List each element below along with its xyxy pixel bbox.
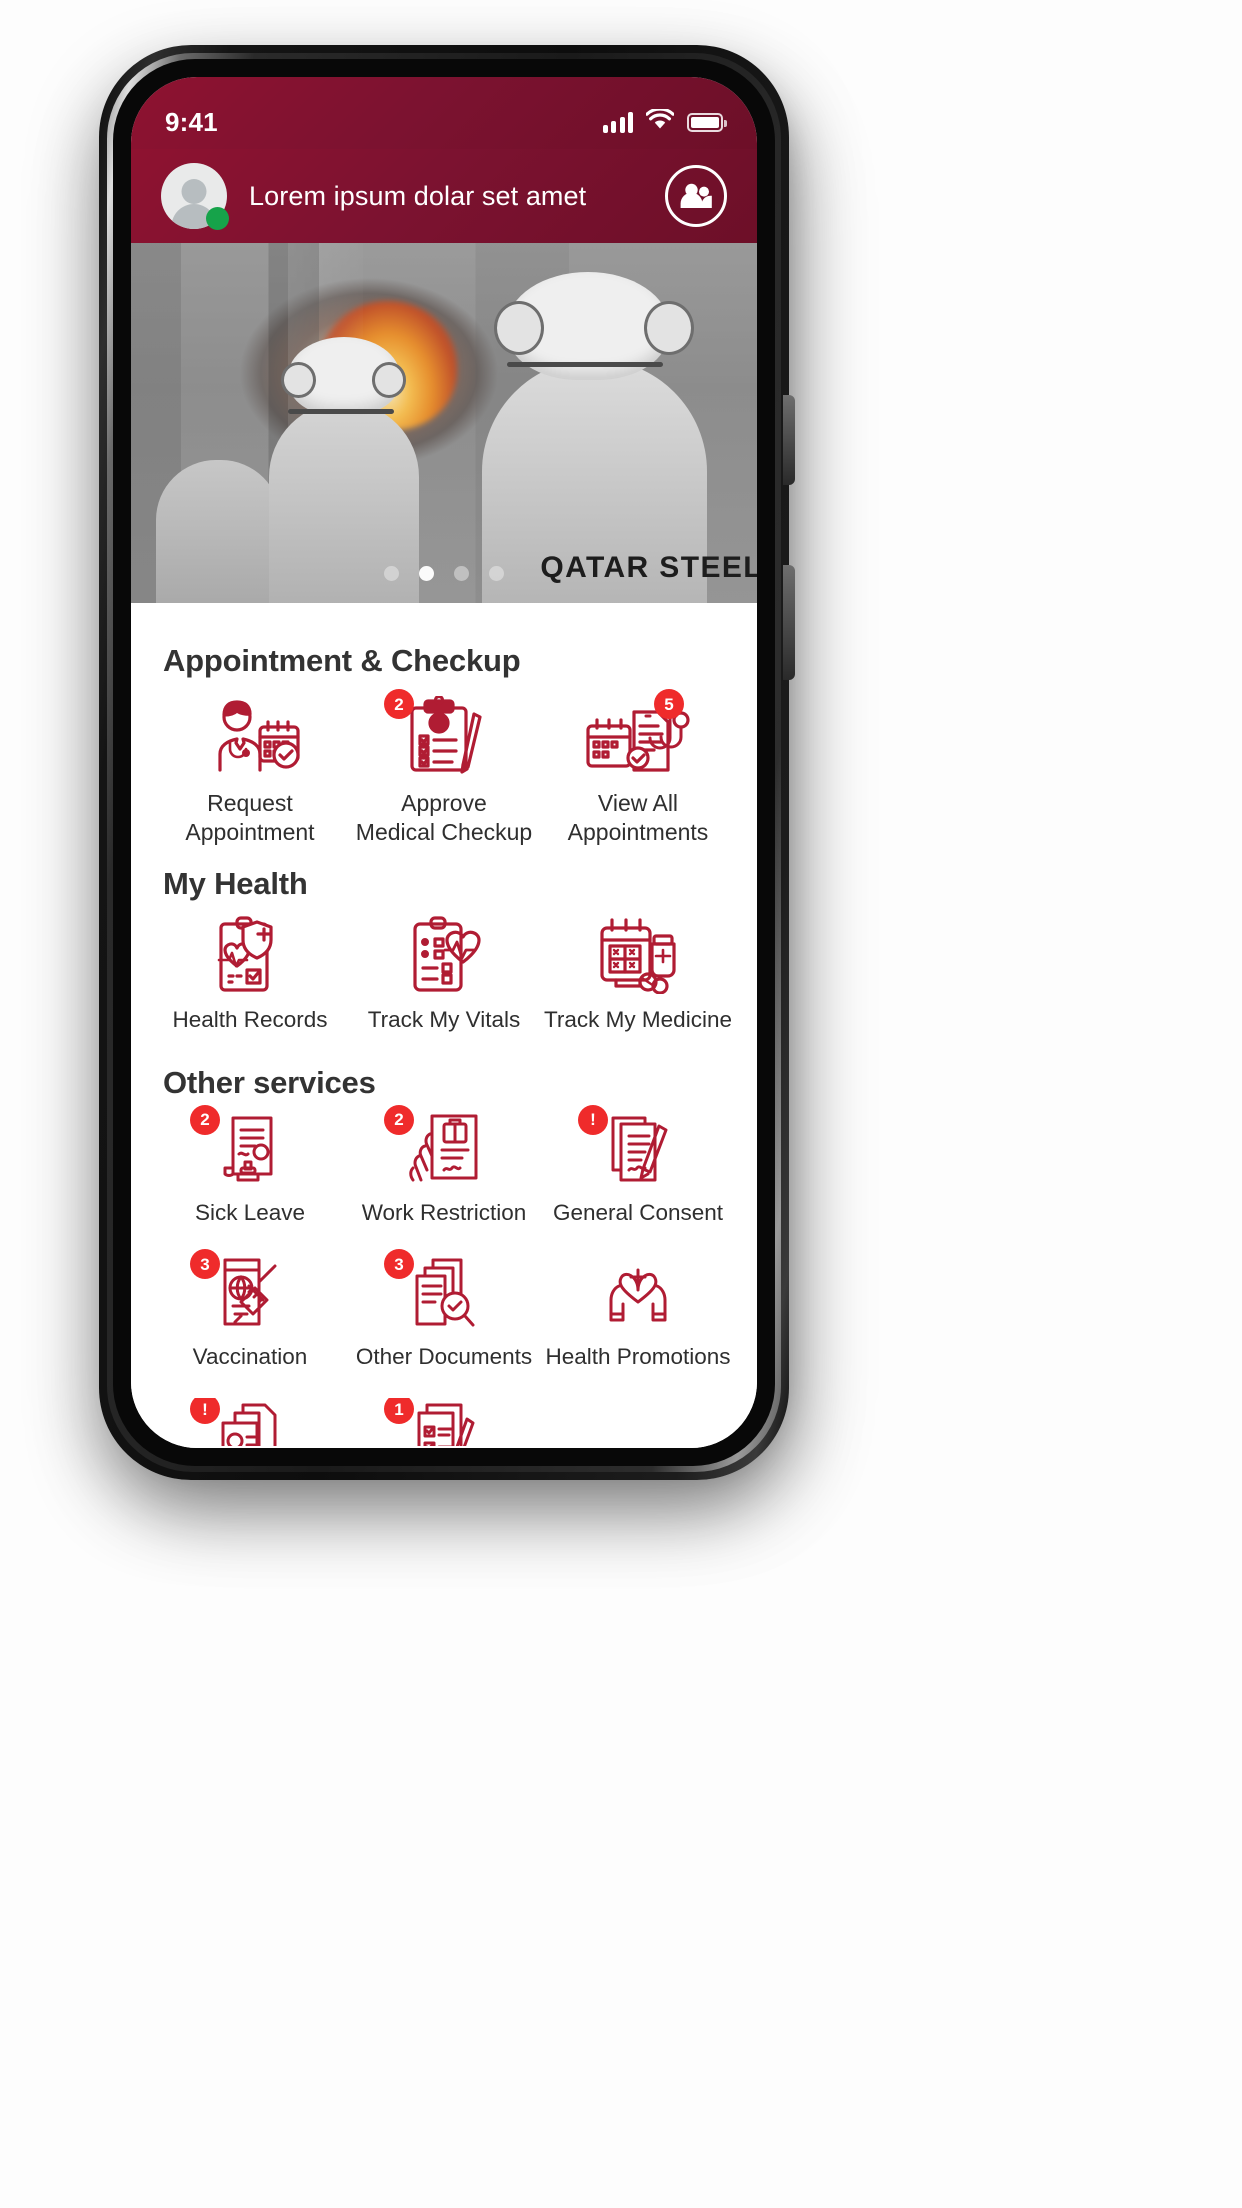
hero-carousel[interactable]: QATAR STEEL [131,243,757,603]
other-services-grid-row1: 2 Sick Leave 2 Work Restriction ! Genera… [131,1104,757,1228]
carousel-pagination[interactable] [131,566,757,581]
consent-documents-pen-icon: ! [578,1104,692,1187]
app-header: Lorem ipsum dolar set amet [131,149,757,243]
helmet-strap [287,408,394,414]
tile-request-appointment[interactable]: Request Appointment [153,693,347,848]
my-health-grid: Health Records Track My Vitals Track My … [131,916,757,1035]
status-bar: 9:41 [131,77,757,149]
earmuff-icon [281,361,316,398]
medicine-calendar-pills-icon [584,916,692,994]
section-my-health: My Health Health Records Track My Vitals… [131,866,757,1035]
status-badge: ! [578,1104,608,1135]
certificate-stamp-icon: 2 [190,1104,304,1187]
section-title: My Health [163,865,308,901]
tile-label: View All Appointments [567,790,709,846]
calendar-records-stethoscope-icon: 5 [584,689,692,777]
carousel-dot-4[interactable] [489,566,504,581]
id-card-documents-icon: ! [190,1398,304,1447]
online-status-dot [206,207,229,230]
power-button[interactable] [783,395,795,485]
other-services-grid-row2: 3 Vaccination 3 Other Documents Health P… [131,1249,757,1372]
people-group-icon [680,183,712,208]
tile-work-restriction[interactable]: 2 Work Restriction [347,1104,541,1228]
tile-label: Work Restriction [361,1199,527,1225]
battery-full-icon [687,112,727,132]
phone-screen: 9:41 Lorem ipsum dolar set amet QATAR ST… [131,77,757,1448]
signal-bars-icon [602,111,633,133]
status-icons [602,107,727,135]
appointment-grid: Request Appointment 2 Approve Medical Ch… [131,689,757,848]
health-record-shield-heart-icon [196,916,304,994]
earmuff-icon [372,361,407,398]
volume-button[interactable] [783,565,795,680]
tile-approve-medical-checkup[interactable]: 2 Approve Medical Checkup [347,689,541,848]
checklist-pen-icon: 1 [384,1398,498,1447]
tile-label: Other Documents [355,1344,533,1370]
tile-label: Track My Medicine [544,1006,732,1032]
status-clock: 9:41 [165,106,218,137]
header-user-name: Lorem ipsum dolar set amet [249,180,587,211]
section-appointment-checkup: Appointment & Checkup Request Appointmen… [131,643,757,848]
hand-briefcase-document-icon: 2 [384,1104,498,1187]
tile-label: Health Promotions [545,1344,731,1370]
tile-label: Approve Medical Checkup [355,790,533,846]
documents-search-check-icon: 3 [384,1249,498,1331]
hands-heart-cross-icon [584,1253,692,1331]
avatar[interactable] [161,163,229,230]
carousel-dot-1[interactable] [384,566,399,581]
screenshot-stage: 9:41 Lorem ipsum dolar set amet QATAR ST… [0,0,1242,2208]
other-services-grid-row3-partial: ! 1 [131,1398,757,1447]
worker-silhouette [156,459,282,603]
tile-label: Track My Vitals [367,1006,521,1032]
main-content: Appointment & Checkup Request Appointmen… [131,603,757,1448]
tile-sick-leave[interactable]: 2 Sick Leave [153,1104,347,1228]
tile-vaccination[interactable]: 3 Vaccination [153,1249,347,1372]
tile-label: Health Records [172,1006,328,1032]
tile-partial-empty [541,1398,735,1446]
tile-label: Request Appointment [185,790,315,846]
tile-health-promotions[interactable]: Health Promotions [541,1253,735,1372]
section-other-services: Other services 2 Sick Leave 2 Work Restr… [131,1065,757,1447]
tile-view-all-appointments[interactable]: 5 View All Appointments [541,689,735,848]
clipboard-heartbeat-icon [390,916,498,994]
carousel-dot-3[interactable] [454,566,469,581]
earmuff-icon [644,300,695,355]
doctor-calendar-check-icon [196,693,304,777]
section-title: Other services [163,1064,376,1100]
tile-general-consent[interactable]: ! General Consent [541,1104,735,1228]
tile-track-my-medicine[interactable]: Track My Medicine [541,916,735,1035]
status-badge: 2 [384,1104,414,1135]
section-title: Appointment & Checkup [163,643,521,678]
tile-partial-checklist[interactable]: 1 [347,1398,541,1447]
status-badge: 2 [190,1104,220,1135]
hero-image [131,243,757,603]
vaccine-passport-syringe-icon: 3 [190,1249,304,1331]
helmet-strap [506,361,664,367]
earmuff-icon [494,300,545,355]
tile-label: Sick Leave [194,1199,306,1225]
people-group-button[interactable] [665,165,727,227]
tile-partial-id-documents[interactable]: ! [153,1398,347,1447]
clipboard-checklist-pen-icon: 2 [384,689,498,777]
tile-track-my-vitals[interactable]: Track My Vitals [347,916,541,1035]
status-badge: 5 [654,689,684,719]
tile-label: General Consent [552,1199,724,1225]
carousel-dot-2[interactable] [419,566,434,581]
tile-label: Vaccination [192,1344,308,1370]
status-badge: 2 [384,689,414,719]
tile-other-documents[interactable]: 3 Other Documents [347,1249,541,1372]
tile-health-records[interactable]: Health Records [153,916,347,1035]
wifi-icon [645,107,675,135]
